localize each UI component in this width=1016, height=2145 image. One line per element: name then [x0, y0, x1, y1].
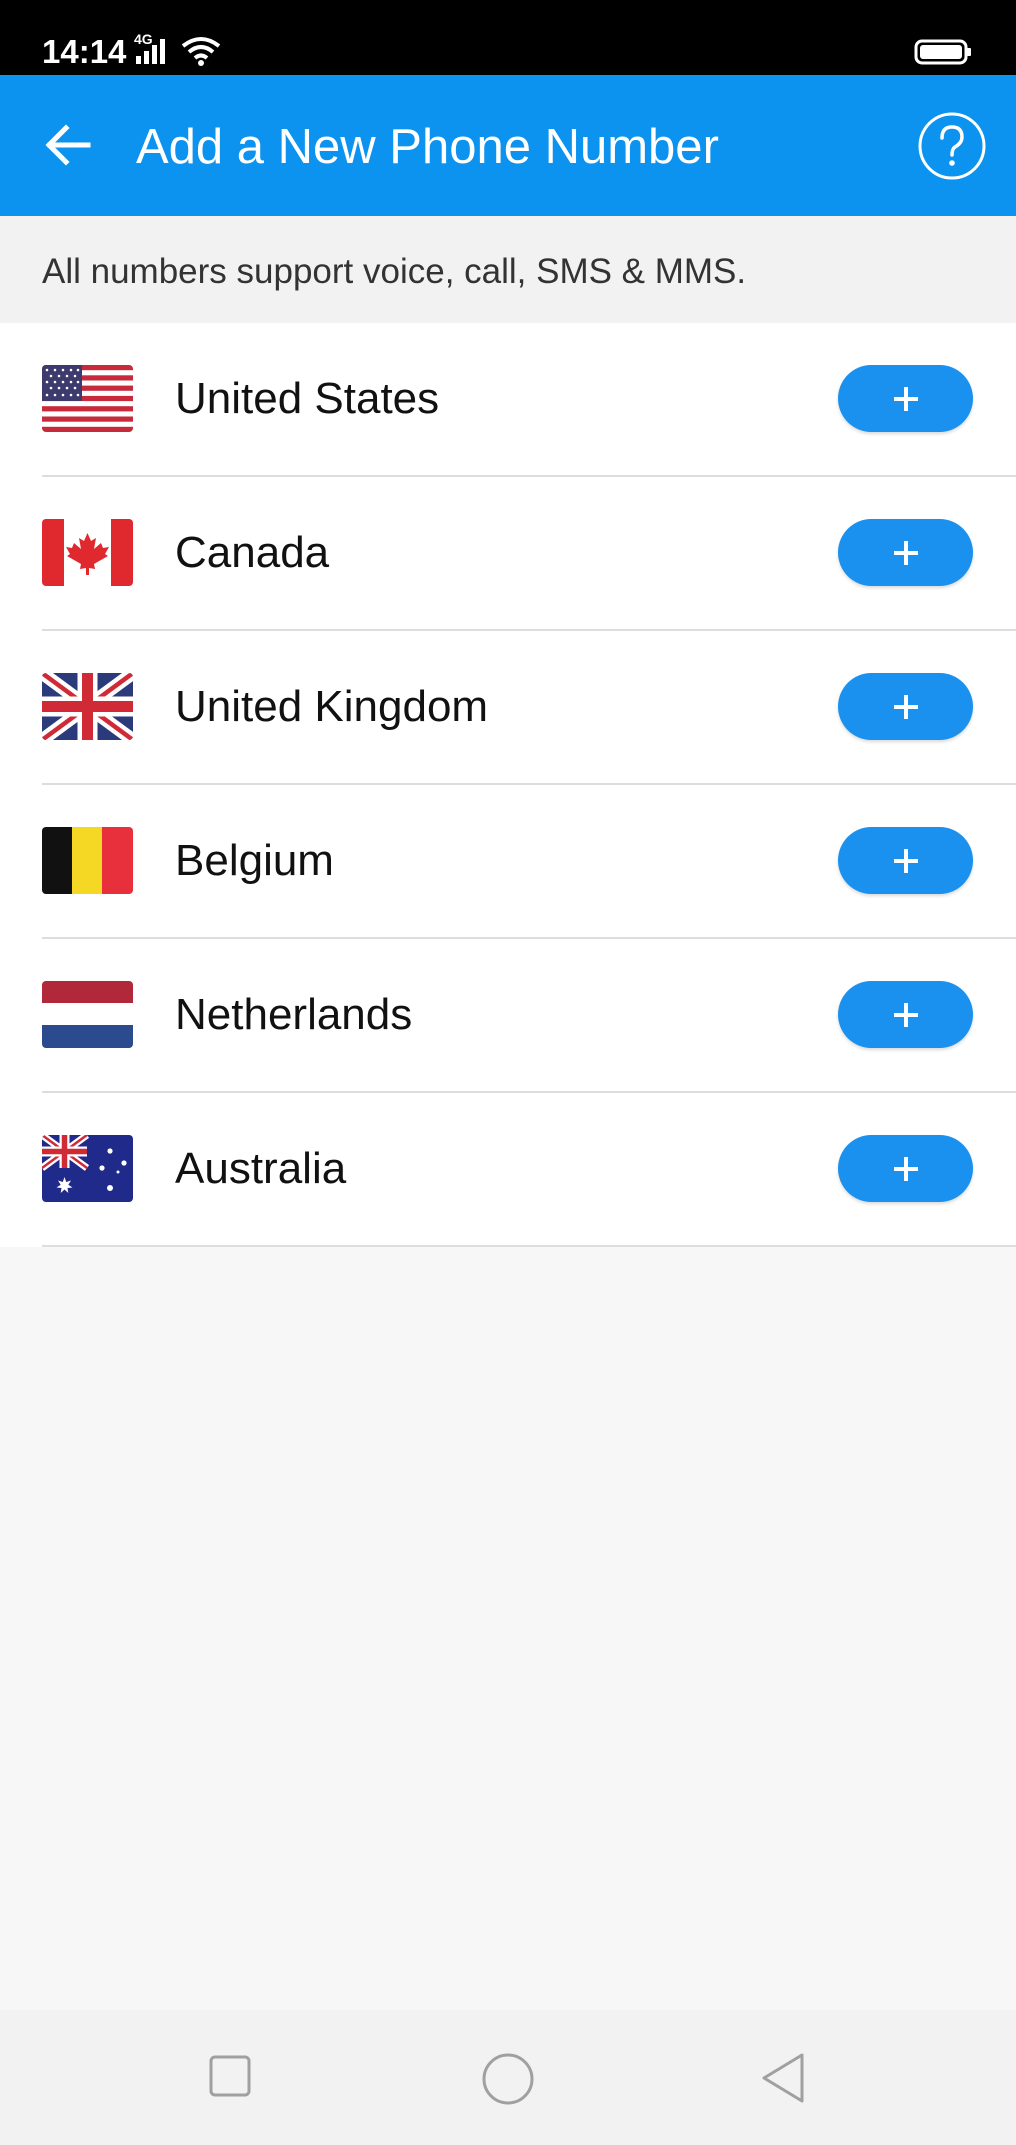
status-time: 14:14 [42, 33, 127, 70]
signal-icon [136, 39, 165, 64]
plus-icon [894, 849, 918, 873]
plus-icon [894, 695, 918, 719]
canada-flag-icon [42, 519, 133, 586]
netherlands-flag-icon [42, 981, 133, 1048]
plus-icon [894, 1003, 918, 1027]
page-title: Add a New Phone Number [136, 120, 719, 174]
country-list: United States Canada United Kingdom Belg… [0, 323, 1016, 1247]
battery-icon [914, 39, 971, 65]
info-banner: All numbers support voice, call, SMS & M… [0, 216, 1016, 323]
country-name: Australia [175, 1144, 347, 1193]
plus-icon [894, 1157, 918, 1181]
home-icon[interactable] [480, 2051, 536, 2107]
recent-apps-icon[interactable] [208, 2054, 252, 2098]
divider [42, 1245, 1016, 1247]
add-number-button-united-kingdom[interactable] [838, 673, 973, 740]
country-row-netherlands[interactable]: Netherlands [0, 939, 1016, 1093]
belgium-flag-icon [42, 827, 133, 894]
us-flag-icon [42, 365, 133, 432]
plus-icon [894, 387, 918, 411]
country-row-australia[interactable]: Australia [0, 1093, 1016, 1247]
country-name: Belgium [175, 836, 334, 885]
info-text: All numbers support voice, call, SMS & M… [42, 252, 747, 291]
country-name: United Kingdom [175, 682, 489, 731]
add-number-button-belgium[interactable] [838, 827, 973, 894]
plus-icon [894, 541, 918, 565]
country-name: United States [175, 374, 440, 423]
question-circle-icon[interactable] [917, 111, 987, 181]
australia-flag-icon [42, 1135, 133, 1202]
system-nav-bar [0, 2010, 1016, 2145]
country-row-united-kingdom[interactable]: United Kingdom [0, 631, 1016, 785]
add-number-button-australia[interactable] [838, 1135, 973, 1202]
add-number-button-united-states[interactable] [838, 365, 973, 432]
country-row-belgium[interactable]: Belgium [0, 785, 1016, 939]
country-name: Canada [175, 528, 330, 577]
add-number-button-canada[interactable] [838, 519, 973, 586]
add-number-button-netherlands[interactable] [838, 981, 973, 1048]
status-bar: 14:14 4G [0, 0, 1016, 75]
wifi-icon [181, 37, 221, 66]
back-triangle-icon[interactable] [758, 2050, 808, 2106]
country-row-canada[interactable]: Canada [0, 477, 1016, 631]
uk-flag-icon [42, 673, 133, 740]
arrow-left-icon[interactable] [40, 117, 96, 173]
country-name: Netherlands [175, 990, 413, 1039]
country-row-united-states[interactable]: United States [0, 323, 1016, 477]
app-bar: Add a New Phone Number [0, 75, 1016, 216]
